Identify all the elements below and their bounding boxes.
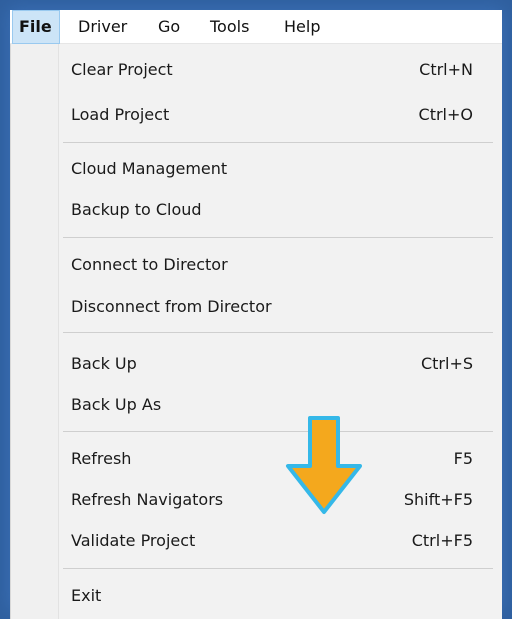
menu-item-exit[interactable]: Exit — [59, 580, 503, 612]
menu-item-refresh-navigators[interactable]: Refresh Navigators Shift+F5 — [59, 484, 503, 516]
menu-separator — [63, 431, 493, 432]
menu-item-shortcut: Ctrl+O — [418, 105, 473, 124]
menu-separator — [63, 332, 493, 333]
menu-item-label: Exit — [71, 586, 102, 605]
menu-item-shortcut: Ctrl+N — [419, 60, 473, 79]
menubar-go[interactable]: Go — [152, 10, 194, 44]
menu-item-label: Validate Project — [71, 531, 196, 550]
menu-icon-gutter — [11, 44, 59, 619]
menu-separator — [63, 142, 493, 143]
menu-item-shortcut: Ctrl+S — [420, 354, 473, 373]
menu-separator — [63, 237, 493, 238]
menu-item-label: Refresh Navigators — [71, 490, 224, 509]
menubar-help[interactable]: Help — [278, 10, 334, 44]
menu-item-backup-to-cloud[interactable]: Backup to Cloud — [59, 194, 503, 226]
menu-item-shortcut: F5 — [453, 449, 473, 468]
menu-item-validate-project[interactable]: Validate Project Ctrl+F5 — [59, 525, 503, 557]
menubar-tools[interactable]: Tools — [204, 10, 266, 44]
menu-item-refresh[interactable]: Refresh F5 — [59, 443, 503, 475]
menu-item-label: Clear Project — [71, 60, 173, 79]
menu-item-shortcut: Ctrl+F5 — [411, 531, 473, 550]
arrow-down-icon — [282, 412, 366, 518]
menu-item-cloud-management[interactable]: Cloud Management — [59, 153, 503, 185]
menu-item-label: Cloud Management — [71, 159, 228, 178]
menubar-file[interactable]: File — [12, 10, 60, 44]
menubar-driver[interactable]: Driver — [72, 10, 142, 44]
menu-item-label: Connect to Director — [71, 255, 228, 274]
menu-item-back-up[interactable]: Back Up Ctrl+S — [59, 348, 503, 380]
menu-item-label: Back Up As — [71, 395, 162, 414]
menu-item-label: Backup to Cloud — [71, 200, 202, 219]
menu-item-disconnect-from-director[interactable]: Disconnect from Director — [59, 291, 503, 323]
menu-item-load-project[interactable]: Load Project Ctrl+O — [59, 99, 503, 131]
menu-item-label: Load Project — [71, 105, 170, 124]
file-dropdown-menu: Clear Project Ctrl+N Load Project Ctrl+O… — [10, 44, 502, 619]
menu-item-clear-project[interactable]: Clear Project Ctrl+N — [59, 54, 503, 86]
menu-item-label: Refresh — [71, 449, 132, 468]
menu-item-connect-to-director[interactable]: Connect to Director — [59, 249, 503, 281]
menu-item-back-up-as[interactable]: Back Up As — [59, 389, 503, 421]
menu-item-shortcut: Shift+F5 — [403, 490, 473, 509]
menu-item-label: Disconnect from Director — [71, 297, 272, 316]
menu-item-label: Back Up — [71, 354, 137, 373]
menu-separator — [63, 568, 493, 569]
menu-bar: File Driver Go Tools Help — [10, 10, 502, 44]
